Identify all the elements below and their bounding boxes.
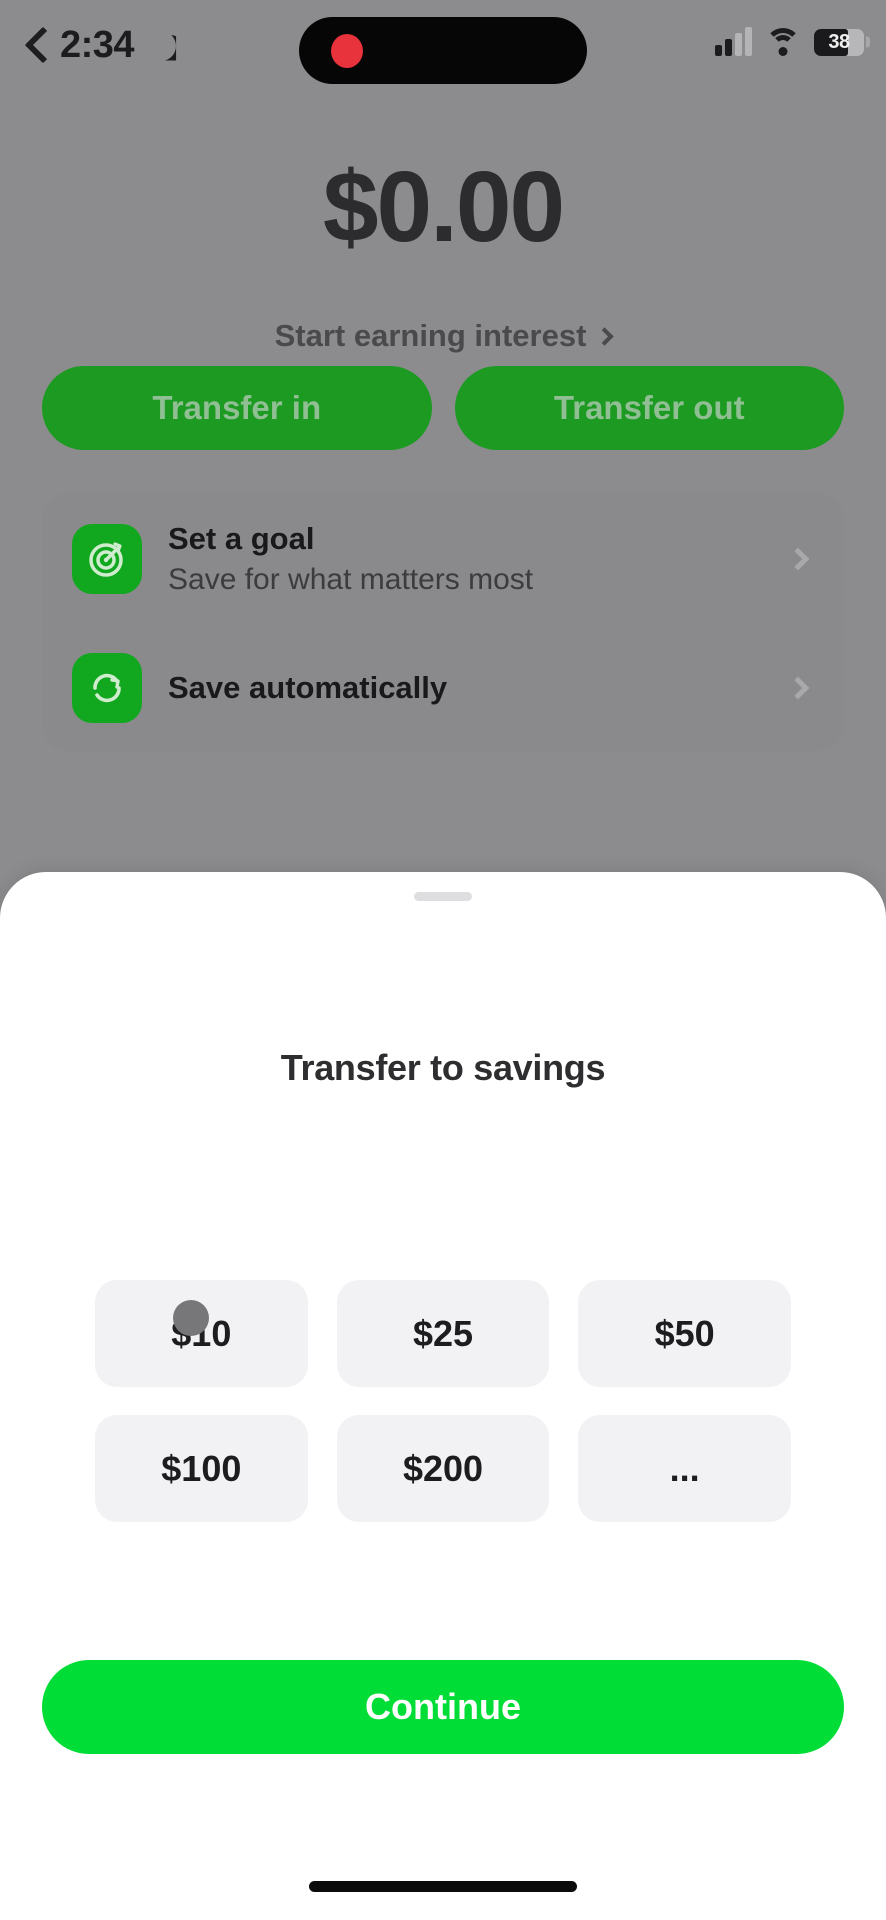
list-item-set-a-goal[interactable]: Set a goal Save for what matters most: [42, 493, 844, 625]
transfer-in-button[interactable]: Transfer in: [42, 366, 432, 450]
status-bar-left: 2:34: [24, 24, 176, 67]
wifi-icon: [765, 28, 801, 56]
auto-save-icon: [72, 653, 142, 723]
sheet-title: Transfer to savings: [280, 1047, 606, 1088]
amount-option-50[interactable]: $50: [578, 1280, 791, 1387]
chevron-right-icon: [786, 547, 810, 571]
battery-icon: 38: [814, 28, 864, 56]
touch-cursor-icon: [173, 1300, 209, 1336]
recording-dot-icon: [331, 33, 363, 68]
moon-icon: [146, 31, 176, 61]
dynamic-island[interactable]: [299, 17, 587, 84]
transfer-bottom-sheet: Transfer to savings $10 $25 $50 $100 $20…: [0, 872, 886, 1920]
list-item-title: Save automatically: [168, 670, 448, 705]
chevron-right-icon: [595, 326, 615, 346]
home-indicator-icon: [309, 1881, 577, 1892]
amount-option-25[interactable]: $25: [336, 1280, 550, 1387]
list-item-text: Save automatically: [168, 670, 764, 706]
status-bar-right: 38: [715, 27, 864, 56]
balance-amount: $0.00: [322, 151, 565, 263]
transfer-buttons: Transfer in Transfer out: [42, 366, 844, 450]
chevron-left-icon[interactable]: [24, 25, 50, 67]
list-item-title: Set a goal: [168, 521, 315, 556]
chevron-right-icon: [786, 676, 810, 700]
phone-screen: 2:34 38 $0.00 Start earning interest Tra…: [0, 0, 886, 1920]
sheet-grabber-icon[interactable]: [414, 892, 472, 901]
transfer-out-button[interactable]: Transfer out: [454, 366, 844, 450]
amount-option-200[interactable]: $200: [336, 1415, 550, 1522]
list-item-text: Set a goal Save for what matters most: [168, 521, 764, 597]
list-item-save-automatically[interactable]: Save automatically: [42, 625, 844, 751]
savings-options-card: Set a goal Save for what matters most Sa…: [42, 493, 844, 751]
amount-option-10[interactable]: $10: [95, 1280, 308, 1387]
cellular-bars-icon: [715, 27, 752, 56]
interest-label: Start earning interest: [274, 318, 587, 353]
start-earning-interest-link[interactable]: Start earning interest: [0, 318, 886, 354]
continue-button[interactable]: Continue: [42, 1660, 844, 1754]
amount-option-100[interactable]: $100: [95, 1415, 308, 1522]
amount-option-custom[interactable]: ...: [578, 1415, 791, 1522]
status-bar-time: 2:34: [60, 24, 135, 66]
battery-percent-label: 38: [828, 30, 850, 53]
list-item-subtitle: Save for what matters most: [168, 563, 534, 596]
status-bar: 2:34 38: [0, 0, 886, 110]
target-goal-icon: [72, 524, 142, 594]
